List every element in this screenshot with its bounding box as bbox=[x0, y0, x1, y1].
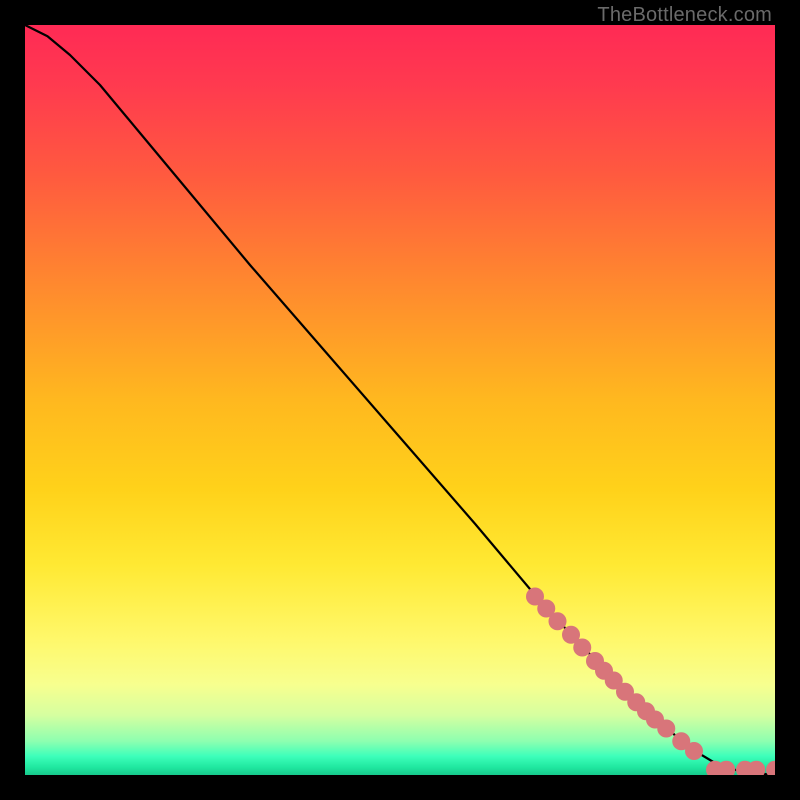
scatter-dot bbox=[573, 639, 591, 657]
chart-stage: TheBottleneck.com bbox=[0, 0, 800, 800]
curve-line bbox=[25, 25, 775, 775]
watermark-label: TheBottleneck.com bbox=[597, 4, 772, 27]
scatter-dot bbox=[549, 612, 567, 630]
plot-area bbox=[25, 25, 775, 775]
chart-overlay bbox=[25, 25, 775, 775]
scatter-dot bbox=[685, 742, 703, 760]
scatter-dot bbox=[766, 761, 775, 775]
scatter-dot bbox=[657, 720, 675, 738]
scatter-dots bbox=[526, 588, 775, 776]
